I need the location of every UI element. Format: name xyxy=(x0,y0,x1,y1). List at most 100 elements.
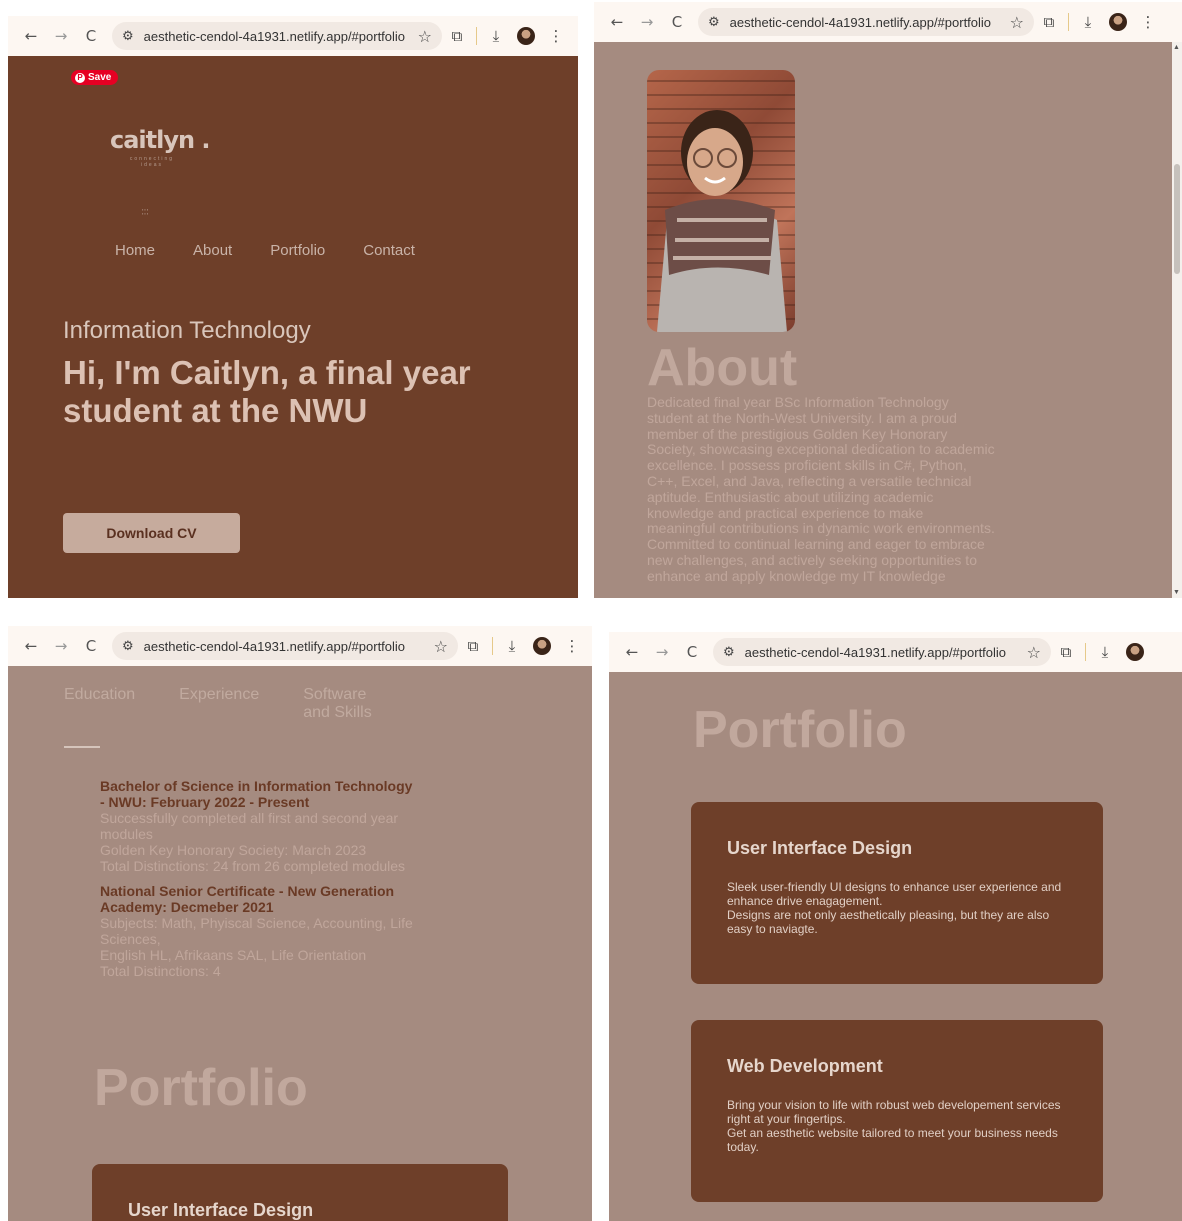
reload-icon[interactable]: C xyxy=(677,643,707,661)
card-line: Bring your vision to life with robust we… xyxy=(727,1098,1061,1126)
tab-software-skills[interactable]: Software and Skills xyxy=(303,686,373,722)
site-settings-icon[interactable]: ⚙ xyxy=(122,639,134,654)
address-text: aesthetic-cendol-4a1931.netlify.app/#por… xyxy=(143,28,406,44)
forward-icon[interactable]: → xyxy=(647,643,677,661)
active-tab-underline xyxy=(64,746,100,748)
back-icon[interactable]: ← xyxy=(617,643,647,661)
menu-icon[interactable]: ⋮ xyxy=(557,637,587,655)
profile-photo xyxy=(647,70,795,332)
pin-label: Save xyxy=(88,72,112,83)
card-line: Sleek user-friendly UI designs to enhanc… xyxy=(727,880,1062,908)
card-title: User Interface Design xyxy=(727,838,913,858)
reload-icon[interactable]: C xyxy=(76,637,106,655)
screenshot-portfolio: ← → C ⚙ aesthetic-cendol-4a1931.netlify.… xyxy=(609,632,1182,1221)
entry-line: English HL, Afrikaans SAL, Life Orientat… xyxy=(100,947,367,963)
nav-home[interactable]: Home xyxy=(115,242,155,259)
bookmark-star-icon[interactable]: ☆ xyxy=(434,637,448,656)
back-icon[interactable]: ← xyxy=(602,13,632,31)
education-entry: Bachelor of Science in Information Techn… xyxy=(100,778,420,874)
tab-education[interactable]: Education xyxy=(64,686,135,722)
menu-icon[interactable]: ⋮ xyxy=(1133,13,1163,31)
menu-icon[interactable]: ⋮ xyxy=(541,27,571,45)
browser-toolbar: ← → C ⚙ aesthetic-cendol-4a1931.netlify.… xyxy=(609,632,1182,672)
screenshot-about: ← → C ⚙ aesthetic-cendol-4a1931.netlify.… xyxy=(594,2,1182,598)
card-title: User Interface Design xyxy=(128,1200,314,1220)
download-icon[interactable]: ⤓ xyxy=(481,27,511,45)
portfolio-heading: Portfolio xyxy=(94,1059,308,1117)
download-icon[interactable]: ⤓ xyxy=(497,637,527,655)
profile-avatar[interactable] xyxy=(1109,13,1127,31)
profile-avatar[interactable] xyxy=(517,27,535,45)
address-text: aesthetic-cendol-4a1931.netlify.app/#por… xyxy=(729,14,992,30)
hero-subtitle: Information Technology xyxy=(63,317,311,344)
profile-avatar[interactable] xyxy=(533,637,551,655)
forward-icon[interactable]: → xyxy=(632,13,662,31)
hero-title: Hi, I'm Caitlyn, a final year student at… xyxy=(63,354,471,429)
card-line: Designs are not only aesthetically pleas… xyxy=(727,908,1050,936)
back-icon[interactable]: ← xyxy=(16,27,46,45)
site-settings-icon[interactable]: ⚙ xyxy=(122,29,134,44)
bookmark-star-icon[interactable]: ☆ xyxy=(418,27,432,46)
logo-tagline: connecting ideas xyxy=(129,156,175,168)
scroll-up-icon[interactable]: ▲ xyxy=(1173,44,1180,51)
about-heading: About xyxy=(647,339,798,397)
about-text: Dedicated final year BSc Information Tec… xyxy=(647,394,995,584)
browser-toolbar: ← → C ⚙ aesthetic-cendol-4a1931.netlify.… xyxy=(594,2,1182,42)
toolbar-divider xyxy=(492,637,493,655)
reload-icon[interactable]: C xyxy=(662,13,692,31)
address-bar[interactable]: ⚙ aesthetic-cendol-4a1931.netlify.app/#p… xyxy=(713,638,1051,666)
portfolio-section: Portfolio User Interface Design Sleek us… xyxy=(609,672,1182,1221)
address-bar[interactable]: ⚙ aesthetic-cendol-4a1931.netlify.app/#p… xyxy=(698,8,1034,36)
download-icon[interactable]: ⤓ xyxy=(1073,13,1103,31)
toolbar-divider xyxy=(1085,643,1086,661)
scroll-down-icon[interactable]: ▼ xyxy=(1173,589,1180,596)
extensions-icon[interactable]: ⧉ xyxy=(458,637,488,655)
entry-title: National Senior Certificate - New Genera… xyxy=(100,883,395,915)
forward-icon[interactable]: → xyxy=(46,27,76,45)
entry-line: Total Distinctions: 24 from 26 completed… xyxy=(100,858,406,874)
site-settings-icon[interactable]: ⚙ xyxy=(708,15,720,30)
download-icon[interactable]: ⤓ xyxy=(1090,643,1120,661)
education-section: Education Experience Software and Skills… xyxy=(8,666,592,1221)
portfolio-card-web-dev[interactable]: Web Development Bring your vision to lif… xyxy=(691,1020,1103,1202)
nav-about[interactable]: About xyxy=(193,242,232,259)
nav-portfolio[interactable]: Portfolio xyxy=(270,242,325,259)
address-text: aesthetic-cendol-4a1931.netlify.app/#por… xyxy=(143,638,406,654)
extensions-icon[interactable]: ⧉ xyxy=(442,27,472,45)
download-cv-button[interactable]: Download CV xyxy=(63,513,240,553)
bookmark-star-icon[interactable]: ☆ xyxy=(1027,643,1041,662)
entry-line: Golden Key Honorary Society: March 2023 xyxy=(100,842,367,858)
bookmark-star-icon[interactable]: ☆ xyxy=(1010,13,1024,32)
portfolio-heading: Portfolio xyxy=(693,701,907,759)
hero-section: P Save caitlyn . connecting ideas ▪▪▪ ▪▪▪ … xyxy=(8,56,578,598)
site-logo[interactable]: caitlyn . xyxy=(110,126,211,154)
nav-contact[interactable]: Contact xyxy=(363,242,415,259)
entry-title: Bachelor of Science in Information Techn… xyxy=(100,778,413,810)
toolbar-divider xyxy=(476,27,477,45)
portfolio-card-ui-design[interactable]: User Interface Design Sleek user-friendl… xyxy=(691,802,1103,984)
extensions-icon[interactable]: ⧉ xyxy=(1051,643,1081,661)
reload-icon[interactable]: C xyxy=(76,27,106,45)
extensions-icon[interactable]: ⧉ xyxy=(1034,13,1064,31)
address-text: aesthetic-cendol-4a1931.netlify.app/#por… xyxy=(744,644,1007,660)
site-settings-icon[interactable]: ⚙ xyxy=(723,645,735,660)
education-entry: National Senior Certificate - New Genera… xyxy=(100,883,420,979)
resume-tabs: Education Experience Software and Skills xyxy=(64,686,417,722)
entry-line: Total Distinctions: 4 xyxy=(100,963,221,979)
address-bar[interactable]: ⚙ aesthetic-cendol-4a1931.netlify.app/#p… xyxy=(112,22,442,50)
screenshot-education: ← → C ⚙ aesthetic-cendol-4a1931.netlify.… xyxy=(8,626,592,1221)
tab-experience[interactable]: Experience xyxy=(179,686,259,722)
portfolio-card[interactable]: User Interface Design xyxy=(92,1164,508,1221)
address-bar[interactable]: ⚙ aesthetic-cendol-4a1931.netlify.app/#p… xyxy=(112,632,458,660)
back-icon[interactable]: ← xyxy=(16,637,46,655)
scrollbar-thumb[interactable] xyxy=(1174,164,1180,274)
page-scrollbar[interactable]: ▲ ▼ xyxy=(1172,42,1182,598)
card-description: Sleek user-friendly UI designs to enhanc… xyxy=(727,880,1077,936)
screenshot-hero: ← → C ⚙ aesthetic-cendol-4a1931.netlify.… xyxy=(8,16,578,598)
portrait-illustration xyxy=(657,110,787,332)
forward-icon[interactable]: → xyxy=(46,637,76,655)
card-description: Bring your vision to life with robust we… xyxy=(727,1098,1077,1154)
entry-line: Subjects: Math, Phyiscal Science, Accoun… xyxy=(100,915,413,947)
pinterest-save-button[interactable]: P Save xyxy=(71,70,119,85)
profile-avatar[interactable] xyxy=(1126,643,1144,661)
